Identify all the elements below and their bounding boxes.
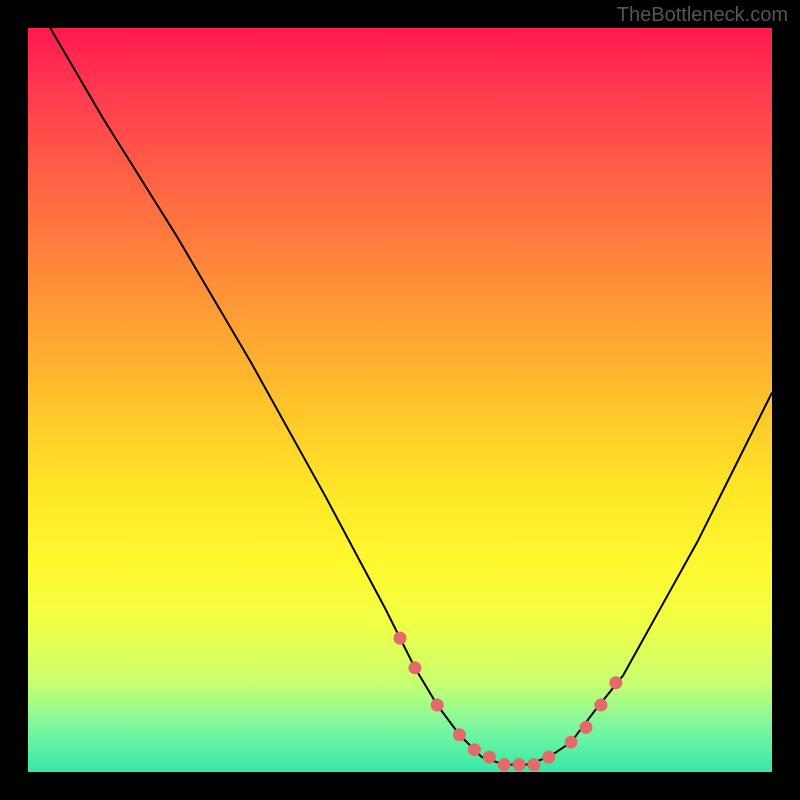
highlight-dot	[543, 751, 555, 763]
highlight-dot	[513, 759, 525, 771]
highlight-dot	[595, 699, 607, 711]
highlight-dot	[431, 699, 443, 711]
bottleneck-curve	[50, 28, 772, 765]
highlight-dot	[394, 632, 406, 644]
highlight-dot	[454, 729, 466, 741]
highlight-dots	[394, 632, 622, 771]
chart-svg	[28, 28, 772, 772]
highlight-dot	[528, 759, 540, 771]
highlight-dot	[580, 721, 592, 733]
highlight-dot	[610, 677, 622, 689]
chart-plot-area	[28, 28, 772, 772]
highlight-dot	[498, 759, 510, 771]
watermark-text: TheBottleneck.com	[617, 4, 788, 27]
highlight-dot	[483, 751, 495, 763]
highlight-dot	[409, 662, 421, 674]
highlight-dot	[565, 736, 577, 748]
highlight-dot	[468, 744, 480, 756]
